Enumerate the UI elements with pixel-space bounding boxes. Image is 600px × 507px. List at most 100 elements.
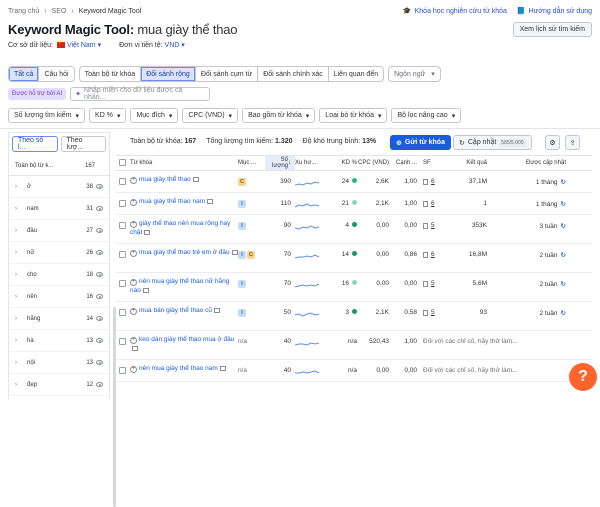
col-cpc[interactable]: CPC (VND) bbox=[357, 160, 389, 166]
database-select[interactable]: Việt Nam ▾ bbox=[67, 42, 101, 49]
refresh-icon[interactable]: ↻ bbox=[561, 281, 566, 288]
refresh-icon[interactable]: ↻ bbox=[561, 310, 566, 317]
eye-icon[interactable] bbox=[96, 360, 103, 365]
eye-icon[interactable] bbox=[96, 206, 103, 211]
sf-count[interactable]: 6 bbox=[431, 200, 435, 207]
col-competition[interactable]: Cạnh ... bbox=[389, 160, 417, 166]
export-icon[interactable]: ⇪ bbox=[565, 135, 580, 150]
group-item[interactable]: › ở 38 bbox=[9, 176, 109, 198]
course-link[interactable]: 🎓 Khóa học nghiên cứu từ khóa bbox=[403, 7, 507, 16]
eye-icon[interactable] bbox=[96, 338, 103, 343]
tab-broad-match[interactable]: Đối sánh rộng bbox=[141, 67, 196, 81]
row-checkbox[interactable] bbox=[119, 200, 126, 207]
group-item[interactable]: › hãng 14 bbox=[9, 308, 109, 330]
group-item[interactable]: › cho 18 bbox=[9, 264, 109, 286]
tab-questions[interactable]: Câu hỏi bbox=[39, 67, 73, 81]
filter-intent[interactable]: Mục đích ▾ bbox=[130, 108, 179, 123]
col-trend[interactable]: Xu hư... bbox=[295, 160, 325, 166]
eye-icon[interactable] bbox=[96, 228, 103, 233]
sf-count[interactable]: 5 bbox=[431, 309, 435, 316]
tab-related[interactable]: Liên quan đến bbox=[329, 67, 383, 81]
language-select[interactable]: Ngôn ngữ ▾ bbox=[388, 66, 441, 82]
refresh-icon[interactable]: ↻ bbox=[561, 223, 566, 230]
add-icon[interactable]: + bbox=[130, 366, 137, 373]
add-icon[interactable]: + bbox=[130, 279, 137, 286]
tab-all-keywords[interactable]: Toàn bộ từ khóa bbox=[80, 67, 142, 81]
sf-count[interactable]: 5 bbox=[431, 280, 435, 287]
filter-exclude[interactable]: Loại bỏ từ khóa ▾ bbox=[319, 108, 388, 123]
settings-icon[interactable]: ⚙ bbox=[545, 135, 560, 150]
refresh-icon[interactable]: ↻ bbox=[561, 201, 566, 208]
filter-kd[interactable]: KD % ▾ bbox=[89, 108, 127, 123]
domain-input[interactable]: ✦ Nhập miền cho dữ liệu được cá nhân... bbox=[70, 87, 211, 101]
tab-phrase-match[interactable]: Đối sánh cụm từ bbox=[196, 67, 259, 81]
row-checkbox[interactable] bbox=[119, 309, 126, 316]
filter-include[interactable]: Bao gồm từ khóa ▾ bbox=[242, 108, 316, 123]
keyword-link[interactable]: + mua bán giày thể thao cũ bbox=[130, 302, 238, 315]
row-checkbox[interactable] bbox=[119, 222, 126, 229]
add-icon[interactable]: + bbox=[130, 250, 137, 257]
col-results[interactable]: Kết quả bbox=[451, 160, 487, 166]
col-sf[interactable]: SF bbox=[417, 160, 451, 166]
row-checkbox[interactable] bbox=[119, 338, 126, 345]
breadcrumb-seo[interactable]: SEO bbox=[52, 8, 67, 15]
keyword-link[interactable]: + mua giày thể thao nam bbox=[130, 193, 238, 206]
col-volume[interactable]: Số lượng ↓ bbox=[265, 156, 295, 170]
row-checkbox[interactable] bbox=[119, 367, 126, 374]
group-item[interactable]: › đẹp 12 bbox=[9, 374, 109, 396]
keyword-link[interactable]: + keo dán giày thể thao mua ở đâu bbox=[130, 331, 238, 353]
refresh-icon[interactable]: ↻ bbox=[561, 179, 566, 186]
tab-all[interactable]: Tất cả bbox=[9, 67, 40, 81]
group-item[interactable]: › đâu 27 bbox=[9, 220, 109, 242]
row-checkbox[interactable] bbox=[119, 251, 126, 258]
eye-icon[interactable] bbox=[96, 294, 103, 299]
history-button[interactable]: Xem lịch sử tìm kiếm bbox=[512, 22, 592, 37]
help-button[interactable]: ? bbox=[569, 363, 597, 391]
eye-icon[interactable] bbox=[96, 382, 103, 387]
group-item[interactable]: › hà 13 bbox=[9, 330, 109, 352]
eye-icon[interactable] bbox=[96, 316, 103, 321]
select-all-checkbox[interactable] bbox=[119, 158, 126, 166]
add-icon[interactable]: + bbox=[130, 308, 137, 315]
tab-exact-match[interactable]: Đối sánh chính xác bbox=[258, 67, 329, 81]
refresh-icon[interactable]: ↻ bbox=[561, 252, 566, 259]
group-item[interactable]: › nên 16 bbox=[9, 286, 109, 308]
eye-icon[interactable] bbox=[96, 272, 103, 277]
filter-volume[interactable]: Số lượng tìm kiếm ▾ bbox=[8, 108, 86, 123]
eye-icon[interactable] bbox=[96, 184, 103, 189]
keyword-link[interactable]: + nên mua giày thể thao nữ hãng nào bbox=[130, 273, 238, 295]
col-kd[interactable]: KD % bbox=[325, 160, 357, 166]
add-icon[interactable]: + bbox=[130, 199, 137, 206]
sf-count[interactable]: 5 bbox=[431, 222, 435, 229]
add-icon[interactable]: + bbox=[130, 221, 137, 228]
sf-count[interactable]: 6 bbox=[431, 251, 435, 258]
group-item[interactable]: › nữ 26 bbox=[9, 242, 109, 264]
filter-cpc[interactable]: CPC (VND) ▾ bbox=[182, 108, 239, 123]
group-header[interactable]: Toàn bộ từ k... 167 bbox=[9, 157, 109, 176]
col-intent[interactable]: Mục ... bbox=[238, 160, 265, 166]
eye-icon[interactable] bbox=[96, 250, 103, 255]
filter-advanced[interactable]: Bộ lọc nâng cao ▾ bbox=[391, 108, 462, 123]
breadcrumb-home[interactable]: Trang chủ bbox=[8, 8, 39, 15]
keyword-link[interactable]: + nên mua giày thể thao nam bbox=[130, 360, 238, 373]
chevron-down-icon: ▾ bbox=[305, 112, 310, 120]
col-keyword[interactable]: Từ khóa bbox=[130, 159, 238, 168]
guide-link[interactable]: 📘 Hướng dẫn sử dụng bbox=[517, 7, 592, 16]
keyword-link[interactable]: + giày thể thao nên mua rộng hay chật bbox=[130, 215, 238, 237]
add-icon[interactable]: + bbox=[130, 337, 137, 344]
tab-by-count[interactable]: Theo số l... bbox=[12, 136, 58, 152]
tab-by-volume[interactable]: Theo lượ... bbox=[60, 136, 106, 152]
col-updated[interactable]: Được cập nhật bbox=[487, 160, 570, 166]
sf-count[interactable]: 6 bbox=[431, 178, 435, 185]
keyword-link[interactable]: + mua giày thể thao bbox=[130, 171, 238, 184]
send-keywords-button[interactable]: ⊕ Gửi từ khóa bbox=[390, 135, 451, 150]
row-checkbox[interactable] bbox=[119, 280, 126, 287]
currency-select[interactable]: VND ▾ bbox=[165, 42, 185, 49]
update-button[interactable]: ↻ Cập nhật 585/5.000 bbox=[453, 135, 532, 150]
row-checkbox[interactable] bbox=[119, 178, 126, 185]
group-item[interactable]: › nội 13 bbox=[9, 352, 109, 374]
keyword-link[interactable]: + mua giày thể thao trẻ em ở đâu bbox=[130, 244, 238, 257]
group-item[interactable]: › nam 31 bbox=[9, 198, 109, 220]
add-icon[interactable]: + bbox=[130, 177, 137, 184]
page-title: Keyword Magic Tool: mua giày thể thao bbox=[8, 22, 238, 37]
